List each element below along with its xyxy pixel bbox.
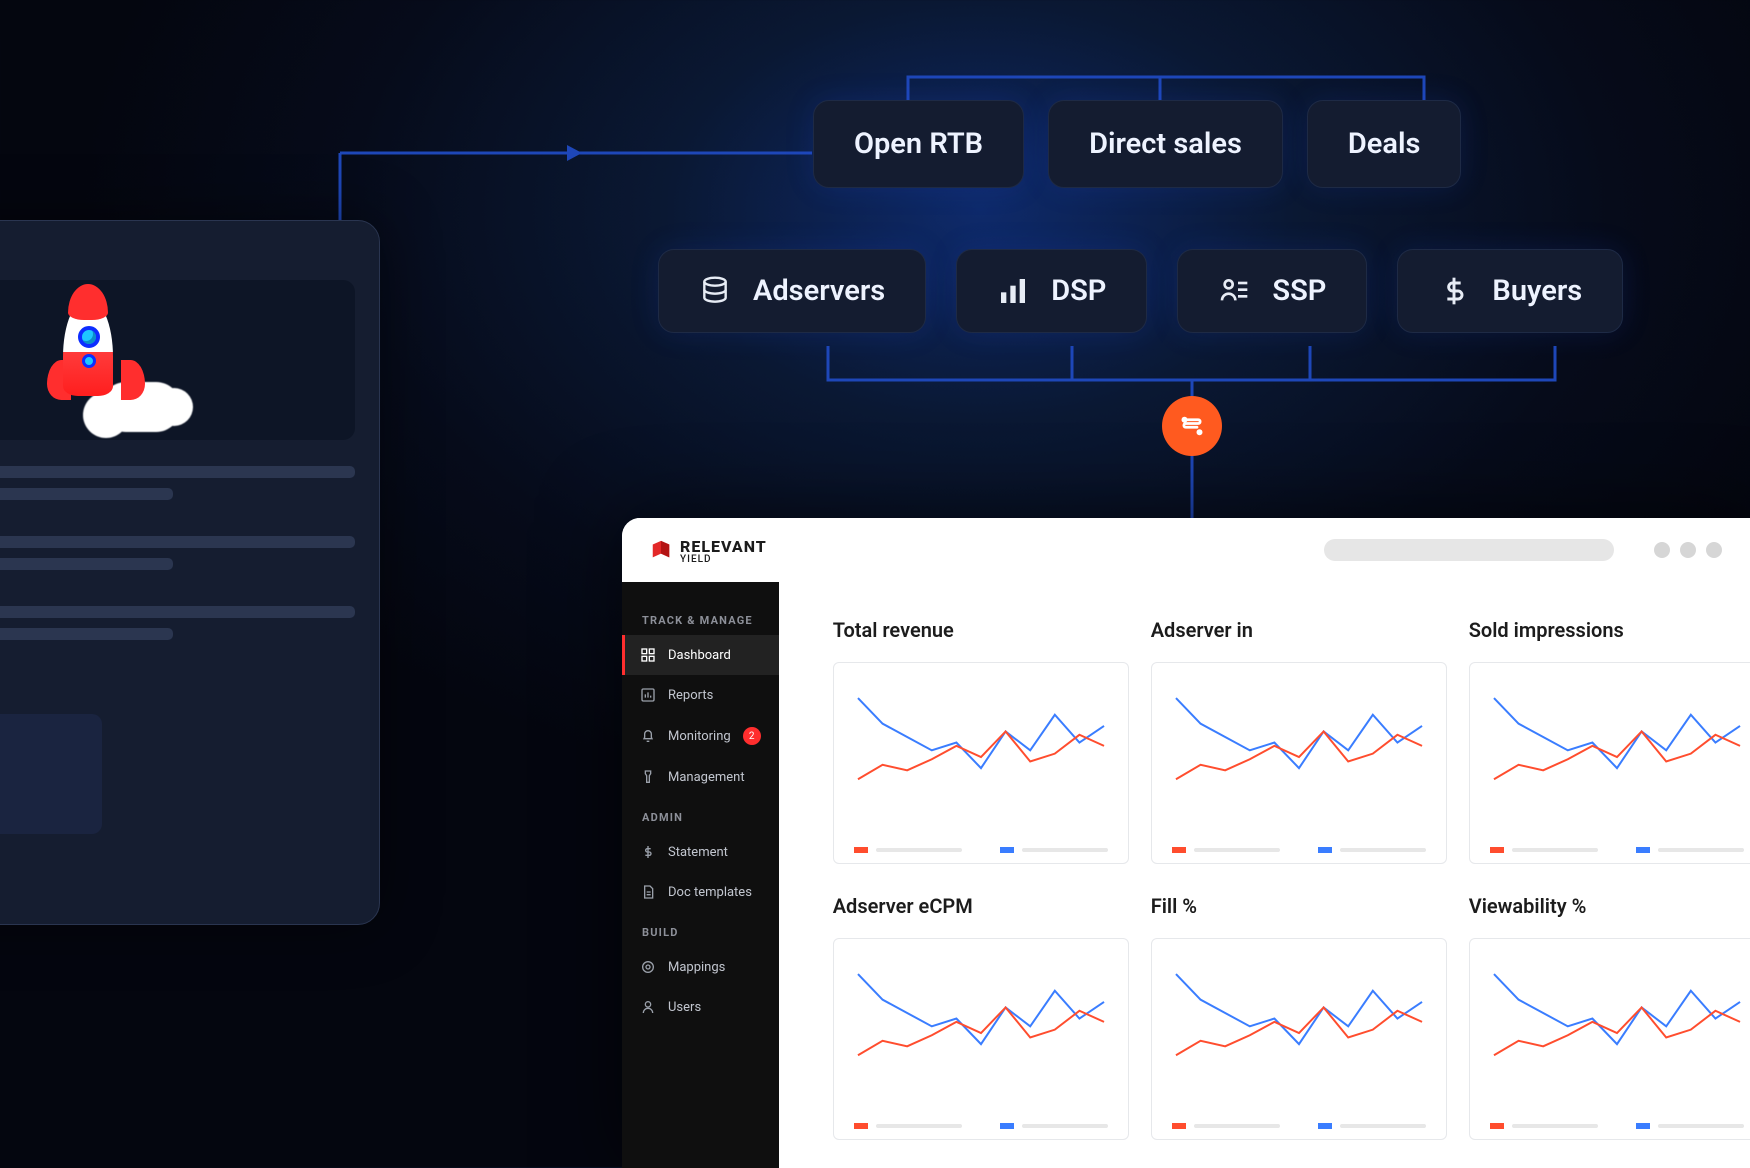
spark-chart [854, 953, 1108, 1117]
addressbar-placeholder [1324, 539, 1614, 561]
sidebar-item-management[interactable]: Management [622, 757, 779, 797]
sidebar-item-label: Users [668, 1000, 701, 1015]
target-icon [640, 959, 656, 975]
spark-chart [854, 677, 1108, 841]
sidebar-item-monitoring[interactable]: Monitoring 2 [622, 715, 779, 757]
pill-label: Adservers [753, 274, 885, 308]
sidebar-item-doc-templates[interactable]: Doc templates [622, 872, 779, 912]
spark-chart [1490, 953, 1744, 1117]
user-icon [640, 999, 656, 1015]
notification-badge: 2 [743, 727, 761, 745]
grid-icon [640, 647, 656, 663]
sidebar-item-label: Management [668, 770, 745, 785]
sidebar-item-label: Reports [668, 688, 713, 703]
spark-chart [1490, 677, 1744, 841]
kpi-card[interactable] [1469, 662, 1750, 864]
kpi-card[interactable] [1151, 662, 1447, 864]
bell-icon [640, 728, 656, 744]
pill-adservers: Adservers [658, 249, 926, 333]
sidebar-item-users[interactable]: Users [622, 987, 779, 1027]
kpi-card[interactable] [1469, 938, 1750, 1140]
integration-hub-icon [1162, 396, 1222, 456]
flashlight-icon [640, 769, 656, 785]
sidebar-item-mappings[interactable]: Mappings [622, 947, 779, 987]
spark-chart [1172, 953, 1426, 1117]
pill-direct-sales: Direct sales [1048, 100, 1283, 188]
dollar-icon [640, 844, 656, 860]
pill-label: SSP [1272, 274, 1326, 308]
card-title: Viewability % [1469, 894, 1750, 918]
dollar-icon [1438, 275, 1470, 307]
sidebar-item-dashboard[interactable]: Dashboard [622, 635, 779, 675]
sidebar-item-statement[interactable]: Statement [622, 832, 779, 872]
sidebar-item-label: Mappings [668, 960, 725, 975]
pill-dsp: DSP [956, 249, 1147, 333]
sidebar-section-heading: TRACK & MANAGE [622, 600, 779, 635]
window-header: RELEVANT YIELD [622, 518, 1750, 582]
background-browser-mock [0, 220, 380, 925]
brand-logo: RELEVANT YIELD [650, 537, 767, 564]
sidebar-item-label: Monitoring [668, 729, 731, 744]
kpi-card[interactable] [833, 662, 1129, 864]
rocket-illustration [25, 290, 165, 430]
pill-label: DSP [1051, 274, 1106, 308]
spark-chart [1172, 677, 1426, 841]
window-controls [1654, 542, 1722, 558]
card-legend [854, 1123, 1108, 1129]
kpi-card[interactable] [1151, 938, 1447, 1140]
card-legend [1172, 1123, 1426, 1129]
brand-sub: YIELD [680, 556, 767, 564]
kpi-card[interactable] [833, 938, 1129, 1140]
brand-main: RELEVANT [680, 537, 767, 556]
card-title: Fill % [1151, 894, 1447, 918]
card-title: Total revenue [833, 618, 1129, 642]
database-icon [699, 275, 731, 307]
sidebar-section-heading: BUILD [622, 912, 779, 947]
chart-icon [640, 687, 656, 703]
sidebar-item-reports[interactable]: Reports [622, 675, 779, 715]
card-legend [1172, 847, 1426, 853]
dashboard-content: Total revenue Adserver in Sold impressio… [779, 582, 1750, 1168]
pill-buyers: Buyers [1397, 249, 1623, 333]
card-legend [1490, 1123, 1744, 1129]
sidebar: TRACK & MANAGE Dashboard Reports Monitor… [622, 582, 779, 1168]
card-legend [1490, 847, 1744, 853]
card-legend [854, 847, 1108, 853]
card-title: Sold impressions [1469, 618, 1750, 642]
sidebar-item-label: Dashboard [668, 648, 731, 663]
brand-mark-icon [650, 539, 672, 561]
sidebar-item-label: Statement [668, 845, 728, 860]
sidebar-section-heading: ADMIN [622, 797, 779, 832]
pill-open-rtb: Open RTB [813, 100, 1024, 188]
card-title: Adserver eCPM [833, 894, 1129, 918]
pill-label: Buyers [1492, 274, 1582, 308]
card-title: Adserver in [1151, 618, 1447, 642]
dashboard-window: RELEVANT YIELD TRACK & MANAGE Dashboard … [622, 518, 1750, 1168]
person-list-icon [1218, 275, 1250, 307]
bar-chart-icon [997, 275, 1029, 307]
sidebar-item-label: Doc templates [668, 885, 752, 900]
pill-ssp: SSP [1177, 249, 1367, 333]
pill-deals: Deals [1307, 100, 1462, 188]
document-icon [640, 884, 656, 900]
